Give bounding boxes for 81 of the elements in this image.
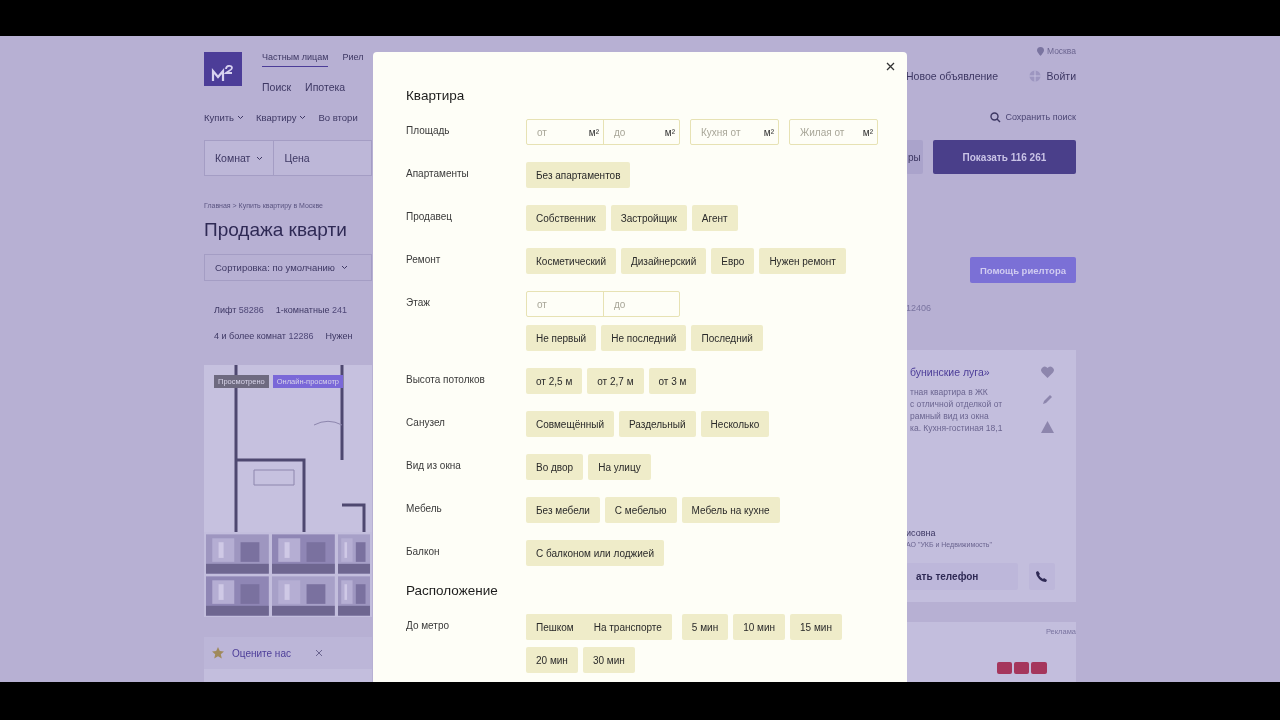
filter-chip[interactable]: Косметический [526, 248, 616, 274]
filter-label: Вид из окна [406, 459, 462, 473]
new-ad-link[interactable]: Новое объявление [906, 70, 999, 82]
quick-filter[interactable]: 4 и более комнат 12286 [214, 331, 314, 341]
unit-label: м² [664, 126, 675, 138]
filter-chip[interactable]: На улицу [588, 454, 651, 480]
category-dropdown[interactable]: Во втори [318, 111, 358, 123]
filter-chip[interactable]: от 3 м [648, 368, 697, 394]
quick-filter[interactable]: Лифт 58286 [214, 305, 264, 315]
range-input-field[interactable]: до [614, 298, 675, 310]
filter-chip[interactable]: от 2,5 м [526, 368, 583, 394]
filter-label: Продавец [406, 210, 453, 224]
filter-chip[interactable]: Не первый [526, 325, 597, 351]
nav-tab[interactable]: Риел [342, 52, 364, 67]
rate-us-text: Оцените нас [232, 647, 291, 659]
filter-label: До метро [406, 619, 451, 633]
filter-label: Апартаменты [406, 167, 470, 181]
show-results-button[interactable]: Показать 116 261 [932, 140, 1076, 174]
listing-title[interactable]: бунинские луга» [910, 366, 1033, 378]
range-input-field[interactable]: Жилая от [800, 126, 863, 138]
section-title: Квартира [406, 88, 466, 103]
filter-label: Санузел [406, 416, 446, 430]
filter-label: Ремонт [406, 253, 442, 267]
unit-label: м² [763, 126, 774, 138]
filter-chip[interactable]: 30 мин [582, 647, 635, 673]
filter-chip[interactable]: 10 мин [733, 614, 786, 640]
filter-chip[interactable]: Не последний [601, 325, 687, 351]
nav-tab[interactable]: Частным лицам [262, 52, 329, 67]
range-input-field[interactable]: Кухня от [701, 126, 764, 138]
filter-chip[interactable]: Застройщик [610, 205, 687, 231]
filter-chip[interactable]: 20 мин [526, 647, 578, 673]
save-search-link[interactable]: Сохранить поиск [1005, 112, 1076, 122]
unit-label: м² [862, 126, 873, 138]
filter-chip[interactable]: Совмещённый [526, 411, 615, 437]
filter-chip[interactable]: Дизайнерский [621, 248, 707, 274]
filter-label: Высота потолков [406, 373, 486, 387]
price-field[interactable]: Цена [274, 141, 320, 175]
filter-chip[interactable]: Последний [691, 325, 763, 351]
filter-chip[interactable]: Несколько [700, 411, 770, 437]
range-input-field[interactable]: от [537, 126, 589, 138]
sort-dropdown[interactable]: Сортировка: по умолчанию [204, 254, 372, 281]
filter-chip[interactable]: С мебелью [604, 497, 677, 523]
filter-chip[interactable]: Собственник [526, 205, 606, 231]
category-dropdown[interactable]: Купить [204, 111, 245, 123]
section-title: Расположение [406, 583, 499, 598]
filter-chip[interactable]: Мебель на кухне [681, 497, 780, 523]
quick-filter[interactable]: Нужен [325, 331, 353, 341]
filter-chip[interactable]: Без апартаментов [526, 162, 631, 188]
nav-link[interactable]: Поиск [262, 81, 292, 93]
filter-chip[interactable]: 5 мин [681, 614, 729, 640]
unit-label: м² [588, 126, 599, 138]
filter-label: Этаж [406, 296, 431, 310]
filter-chip[interactable]: Раздельный [619, 411, 696, 437]
range-input-field[interactable]: до [614, 126, 665, 138]
filter-chip[interactable]: Агент [691, 205, 738, 231]
filter-chip[interactable]: Во двор [526, 454, 584, 480]
range-input-field[interactable]: от [537, 298, 599, 310]
login-link[interactable]: Войти [1046, 70, 1076, 82]
show-phone-button[interactable]: ать телефон [906, 563, 1018, 590]
range-field[interactable]: Кухня от м² [690, 119, 779, 145]
category-dropdown[interactable]: Квартиру [256, 111, 307, 123]
filter-label: Балкон [406, 545, 441, 559]
filter-label: Мебель [406, 502, 443, 516]
description-line: с отличной отделкой от [910, 399, 1004, 409]
description-line: тная квартира в ЖК [910, 387, 989, 397]
agent-name: исовна [906, 528, 937, 538]
filter-chip[interactable]: Без мебели [526, 497, 600, 523]
filter-chip[interactable]: 15 мин [790, 614, 842, 640]
description-line: ка. Кухня-гостиная 18,1 [910, 423, 1004, 433]
nav-link[interactable]: Ипотека [305, 81, 346, 93]
rooms-dropdown[interactable]: Комнат [205, 141, 275, 175]
quick-filter[interactable]: 1-комнатные 241 [275, 305, 347, 315]
filter-chip[interactable]: С балконом или лоджией [526, 540, 664, 566]
range-field[interactable]: Жилая от м² [789, 119, 878, 145]
filter-chip[interactable]: Евро [711, 248, 755, 274]
page-heading: Продажа кварти [204, 219, 348, 241]
quick-filter-count: 12406 [906, 303, 932, 313]
filter-label: Площадь [406, 124, 451, 138]
filter-chip[interactable]: Нужен ремонт [759, 248, 846, 274]
filter-chip[interactable]: от 2,7 м [587, 368, 644, 394]
description-line: рамный вид из окна [910, 411, 990, 421]
